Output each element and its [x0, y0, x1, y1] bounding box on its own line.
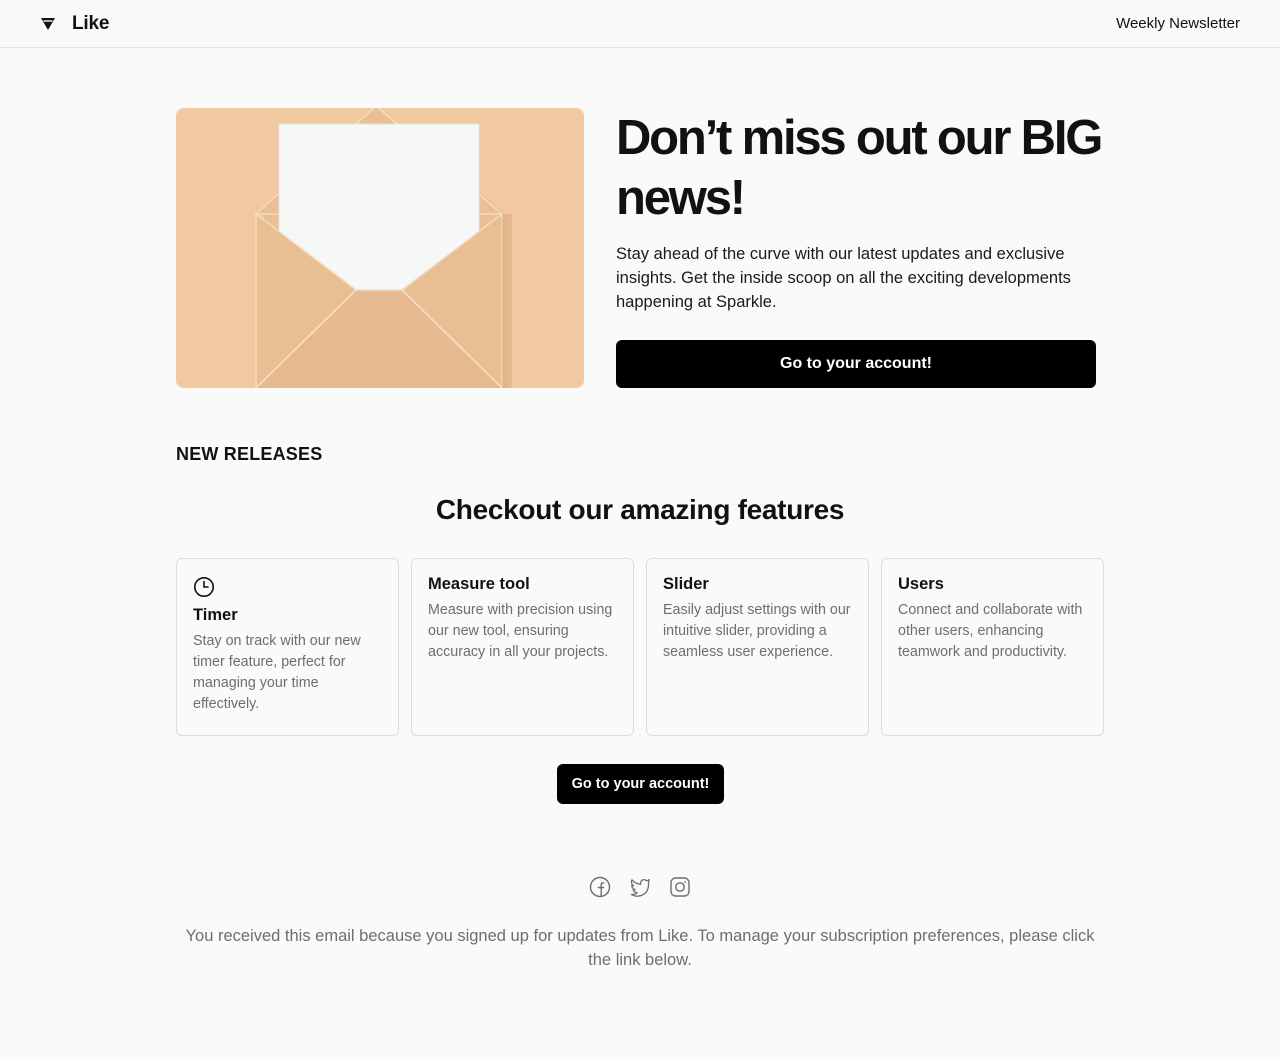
feature-cards: Timer Stay on track with our new timer f… — [176, 558, 1104, 736]
clock-icon — [193, 576, 215, 598]
go-to-account-button-secondary[interactable]: Go to your account! — [557, 764, 724, 804]
footer-disclaimer: You received this email because you sign… — [185, 927, 1095, 969]
feature-card-title: Timer — [193, 606, 238, 624]
feature-card-measure-tool[interactable]: Measure tool Measure with precision usin… — [411, 558, 634, 736]
envelope-illustration — [176, 108, 584, 388]
brand-name: Like — [72, 12, 110, 34]
like-logo-icon — [40, 16, 56, 32]
instagram-icon[interactable] — [669, 876, 691, 898]
features-title: Checkout our amazing features — [435, 494, 845, 525]
hero-title: Don’t miss out our BIG news! — [616, 111, 1103, 225]
top-bar: Like Weekly Newsletter — [0, 0, 1280, 48]
feature-card-slider[interactable]: Slider Easily adjust settings with our i… — [646, 558, 869, 736]
hero-section: Don’t miss out our BIG news! Stay ahead … — [176, 108, 1104, 388]
feature-card-title: Measure tool — [428, 575, 530, 593]
hero-description: Stay ahead of the curve with our latest … — [616, 245, 1071, 311]
feature-card-text: Measure with precision using our new too… — [428, 602, 613, 660]
twitter-icon[interactable] — [629, 876, 651, 898]
social-links — [0, 876, 1280, 898]
feature-card-title: Users — [898, 575, 944, 593]
feature-card-users[interactable]: Users Connect and collaborate with other… — [881, 558, 1104, 736]
new-releases-label: NEW RELEASES — [176, 444, 323, 464]
brand[interactable]: Like — [40, 13, 109, 35]
facebook-icon[interactable] — [589, 876, 611, 898]
feature-card-timer[interactable]: Timer Stay on track with our new timer f… — [176, 558, 399, 736]
feature-card-text: Easily adjust settings with our intuitiv… — [663, 602, 851, 660]
go-to-account-button[interactable]: Go to your account! — [616, 340, 1096, 388]
feature-card-text: Connect and collaborate with other users… — [898, 602, 1083, 660]
weekly-newsletter-link[interactable]: Weekly Newsletter — [1116, 15, 1240, 32]
feature-card-text: Stay on track with our new timer feature… — [193, 633, 361, 712]
feature-card-title: Slider — [663, 575, 709, 593]
